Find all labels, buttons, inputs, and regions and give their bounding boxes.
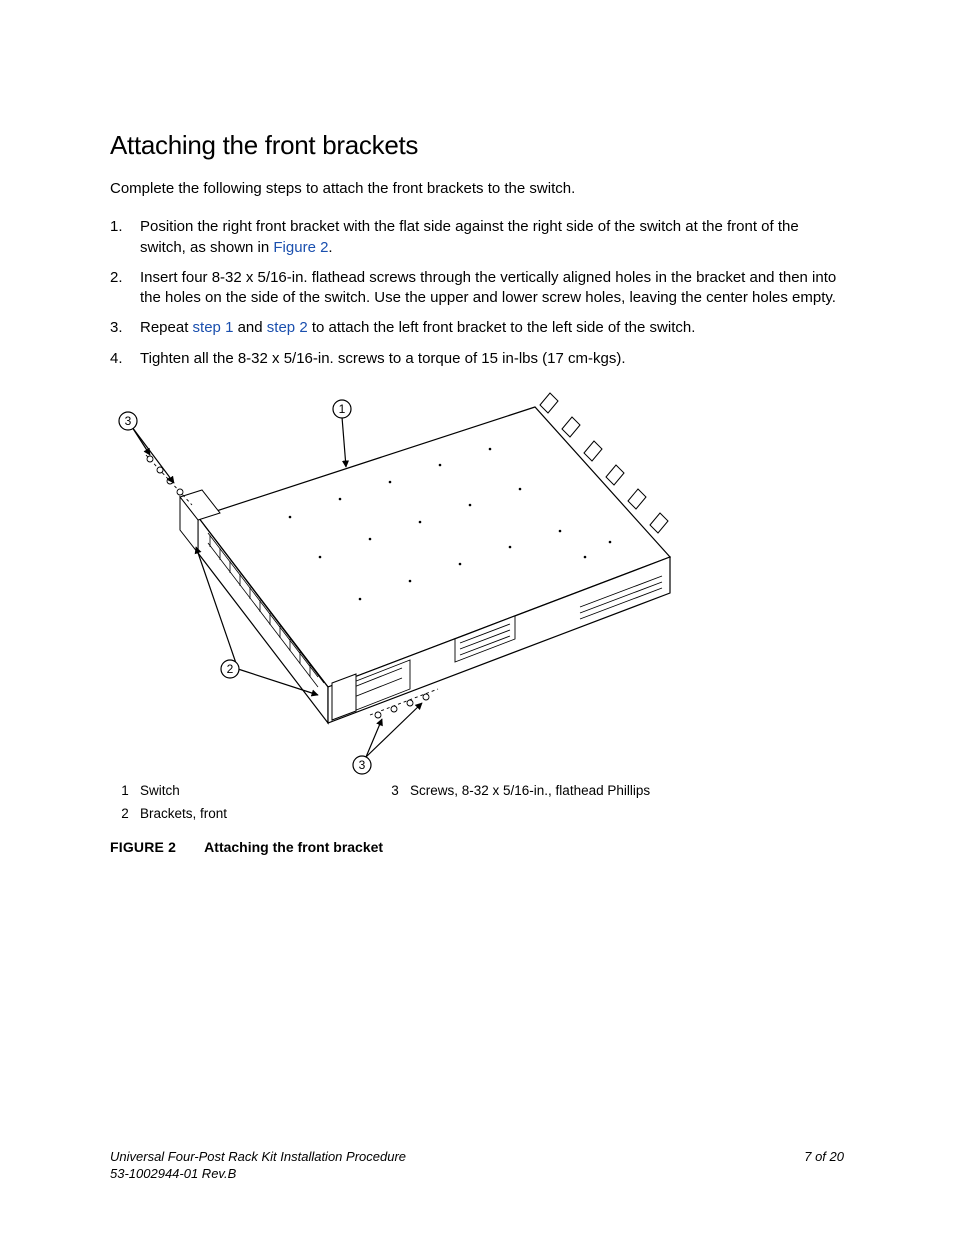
- intro-paragraph: Complete the following steps to attach t…: [110, 179, 844, 199]
- step-3-text-a: Repeat: [140, 319, 193, 336]
- step-3: Repeat step 1 and step 2 to attach the l…: [110, 318, 844, 338]
- figure-2-link[interactable]: Figure 2: [273, 239, 328, 256]
- legend-1-num: 1: [110, 783, 140, 798]
- step-3-text-b: and: [233, 319, 266, 336]
- legend-2-text: Brackets, front: [140, 806, 227, 821]
- step-2-link[interactable]: step 2: [267, 319, 308, 336]
- callout-3a-label: 3: [125, 414, 132, 428]
- footer-doc-number: 53-1002944-01 Rev.B: [110, 1166, 406, 1183]
- step-1-text-b: .: [328, 239, 332, 256]
- section-heading: Attaching the front brackets: [110, 130, 844, 161]
- step-4: Tighten all the 8-32 x 5/16-in. screws t…: [110, 349, 844, 369]
- figure-legend: 1 Switch 3 Screws, 8-32 x 5/16-in., flat…: [110, 783, 844, 821]
- footer-page-number: 7 of 20: [804, 1149, 844, 1183]
- legend-3-num: 3: [380, 783, 410, 798]
- figure-2-illustration: 1 2 3 3: [110, 387, 680, 777]
- step-3-text-c: to attach the left front bracket to the …: [308, 319, 696, 336]
- legend-2-num: 2: [110, 806, 140, 821]
- step-1-link[interactable]: step 1: [193, 319, 234, 336]
- step-2: Insert four 8-32 x 5/16-in. flathead scr…: [110, 268, 844, 309]
- step-1-text-a: Position the right front bracket with th…: [140, 218, 799, 255]
- callout-3b-label: 3: [359, 758, 366, 772]
- callout-2-label: 2: [227, 662, 234, 676]
- legend-3-text: Screws, 8-32 x 5/16-in., flathead Philli…: [410, 783, 650, 798]
- figure-caption-label: FIGURE 2: [110, 839, 176, 855]
- callout-1-label: 1: [339, 402, 346, 416]
- step-1: Position the right front bracket with th…: [110, 217, 844, 258]
- figure-caption: FIGURE 2 Attaching the front bracket: [110, 839, 844, 855]
- figure-caption-text: Attaching the front bracket: [204, 839, 383, 855]
- page-footer: Universal Four-Post Rack Kit Installatio…: [110, 1149, 844, 1183]
- legend-1-text: Switch: [140, 783, 180, 798]
- footer-doc-title: Universal Four-Post Rack Kit Installatio…: [110, 1149, 406, 1166]
- figure-2: 1 2 3 3: [110, 387, 844, 855]
- procedure-list: Position the right front bracket with th…: [110, 217, 844, 369]
